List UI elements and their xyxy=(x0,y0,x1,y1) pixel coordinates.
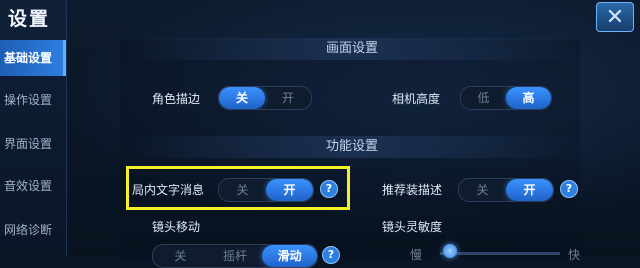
option-text-on[interactable]: 开 xyxy=(266,179,313,201)
option-text-off[interactable]: 关 xyxy=(219,179,266,201)
option-move-off[interactable]: 关 xyxy=(153,245,208,267)
sensitivity-slider-track[interactable] xyxy=(440,252,560,255)
help-icon-camera-move[interactable]: ? xyxy=(322,246,340,264)
page-title: 设置 xyxy=(8,8,51,30)
option-camera-high[interactable]: 高 xyxy=(506,87,551,109)
close-icon: ✕ xyxy=(605,4,625,30)
option-move-swipe[interactable]: 滑动 xyxy=(262,245,317,267)
sidebar-item-interface[interactable]: 界面设置 xyxy=(0,126,66,162)
sensitivity-max-label: 快 xyxy=(568,248,581,262)
toggle-recommended-desc[interactable]: 关 开 xyxy=(458,178,554,202)
option-desc-on[interactable]: 开 xyxy=(506,179,553,201)
sidebar-item-network[interactable]: 网络诊断 xyxy=(0,212,66,248)
sidebar-item-controls[interactable]: 操作设置 xyxy=(0,82,66,118)
section-header-display: 画面设置 xyxy=(124,38,580,60)
option-desc-off[interactable]: 关 xyxy=(459,179,506,201)
sidebar-item-basic[interactable]: 基础设置 xyxy=(0,40,66,76)
help-icon-in-game-text[interactable]: ? xyxy=(320,180,338,198)
section-header-function: 功能设置 xyxy=(124,136,580,158)
label-camera-height: 相机高度 xyxy=(392,92,441,106)
sensitivity-min-label: 慢 xyxy=(410,248,423,262)
label-camera-move: 镜头移动 xyxy=(152,220,201,234)
label-recommended-desc: 推荐装描述 xyxy=(382,183,443,197)
option-camera-low[interactable]: 低 xyxy=(461,87,506,109)
label-in-game-text: 局内文字消息 xyxy=(132,183,205,197)
option-outline-off[interactable]: 关 xyxy=(219,87,265,109)
option-outline-on[interactable]: 开 xyxy=(265,87,311,109)
toggle-in-game-text[interactable]: 关 开 xyxy=(218,178,314,202)
label-outline: 角色描边 xyxy=(152,92,201,106)
toggle-camera-move[interactable]: 关 摇杆 滑动 xyxy=(152,244,318,268)
option-move-joystick[interactable]: 摇杆 xyxy=(208,245,263,267)
help-icon-recommended-desc[interactable]: ? xyxy=(560,180,578,198)
close-button[interactable]: ✕ xyxy=(596,2,634,32)
label-camera-sensitivity: 镜头灵敏度 xyxy=(382,220,443,234)
sidebar-item-audio[interactable]: 音效设置 xyxy=(0,168,66,204)
toggle-outline[interactable]: 关 开 xyxy=(218,86,312,110)
toggle-camera-height[interactable]: 低 高 xyxy=(460,86,552,110)
